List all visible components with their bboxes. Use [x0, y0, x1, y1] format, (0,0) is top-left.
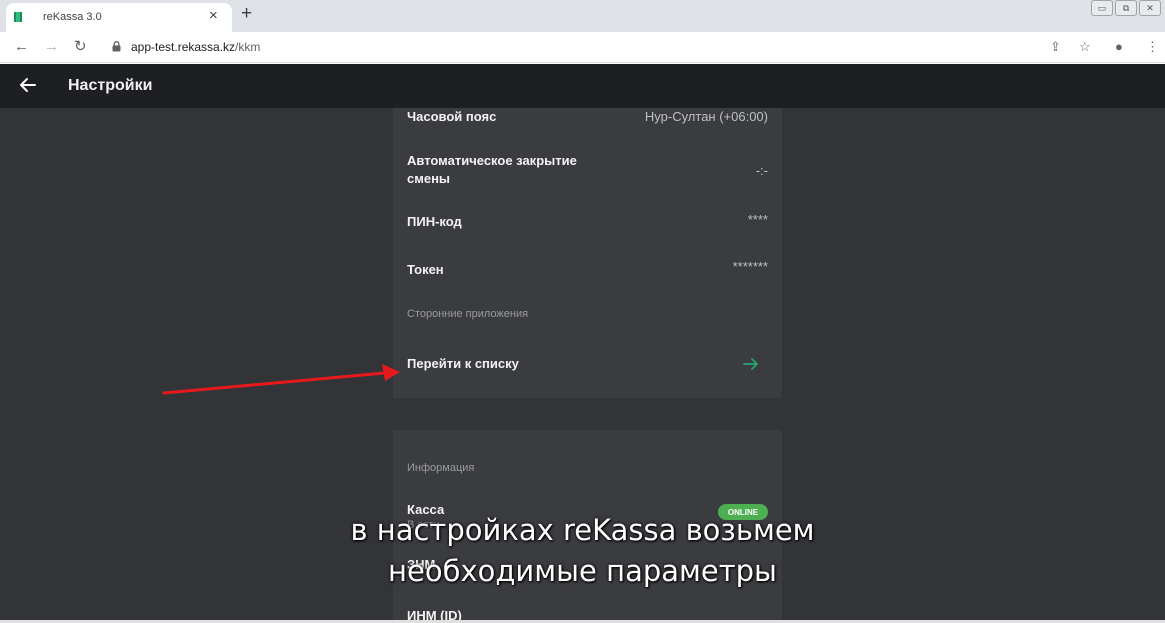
new-tab-button[interactable]: + [241, 3, 252, 25]
app-header: Настройки [0, 64, 1165, 108]
setting-value: -:- [755, 163, 768, 178]
url-path: /kkm [235, 40, 261, 54]
browser-tab[interactable]: reKassa 3.0 × [6, 3, 232, 32]
address-bar[interactable]: app-test.rekassa.kz/kkm [131, 40, 260, 54]
share-icon[interactable]: ⇪ [1050, 39, 1061, 55]
close-window-button[interactable]: ✕ [1139, 0, 1161, 16]
setting-value: **** [747, 212, 768, 227]
back-arrow-icon[interactable] [18, 75, 38, 95]
profile-icon[interactable]: ● [1115, 39, 1123, 54]
bookmark-star-icon[interactable]: ☆ [1079, 39, 1091, 55]
page-title: Настройки [68, 77, 153, 94]
browser-tab-bar: reKassa 3.0 × + ▭ ⧉ ✕ [0, 0, 1165, 32]
arrow-right-icon [743, 358, 758, 370]
video-subtitle: в настройках reKassa возьмем необходимые… [0, 510, 1165, 592]
lock-icon [112, 41, 121, 52]
restore-button[interactable]: ⧉ [1115, 0, 1137, 16]
reload-icon[interactable]: ↻ [74, 37, 87, 57]
url-host: app-test.rekassa.kz [131, 40, 236, 54]
link-label: Перейти к списку [407, 356, 519, 371]
menu-dots-icon[interactable]: ⋮ [1146, 39, 1159, 55]
browser-toolbar: ← → ↻ app-test.rekassa.kz/kkm ⇪ ☆ ● ⋮ [0, 32, 1165, 63]
settings-card: Часовой пояс Нур-Султан (+06:00) Автомат… [393, 108, 782, 398]
window-controls: ▭ ⧉ ✕ [1089, 0, 1161, 16]
section-title-third-party: Сторонние приложения [407, 308, 529, 320]
subtitle-line: в настройках reKassa возьмем [350, 513, 815, 547]
tab-close-icon[interactable]: × [209, 8, 218, 24]
back-nav-icon[interactable]: ← [14, 37, 29, 57]
setting-label: Токен [407, 262, 444, 277]
annotation-arrow-icon [162, 364, 400, 395]
setting-label: ПИН-код [407, 214, 462, 229]
rekassa-favicon-icon [14, 12, 22, 22]
subtitle-line: необходимые параметры [388, 554, 777, 588]
setting-value: ******* [732, 259, 768, 274]
tab-title: reKassa 3.0 [43, 11, 102, 23]
setting-label: Автоматическое закрытие смены [407, 153, 577, 186]
setting-value: Нур-Султан (+06:00) [644, 109, 768, 124]
setting-label: Часовой пояс [407, 109, 497, 124]
section-title-info: Информация [407, 462, 475, 474]
minimize-button[interactable]: ▭ [1091, 0, 1113, 16]
forward-nav-icon[interactable]: → [44, 37, 59, 57]
